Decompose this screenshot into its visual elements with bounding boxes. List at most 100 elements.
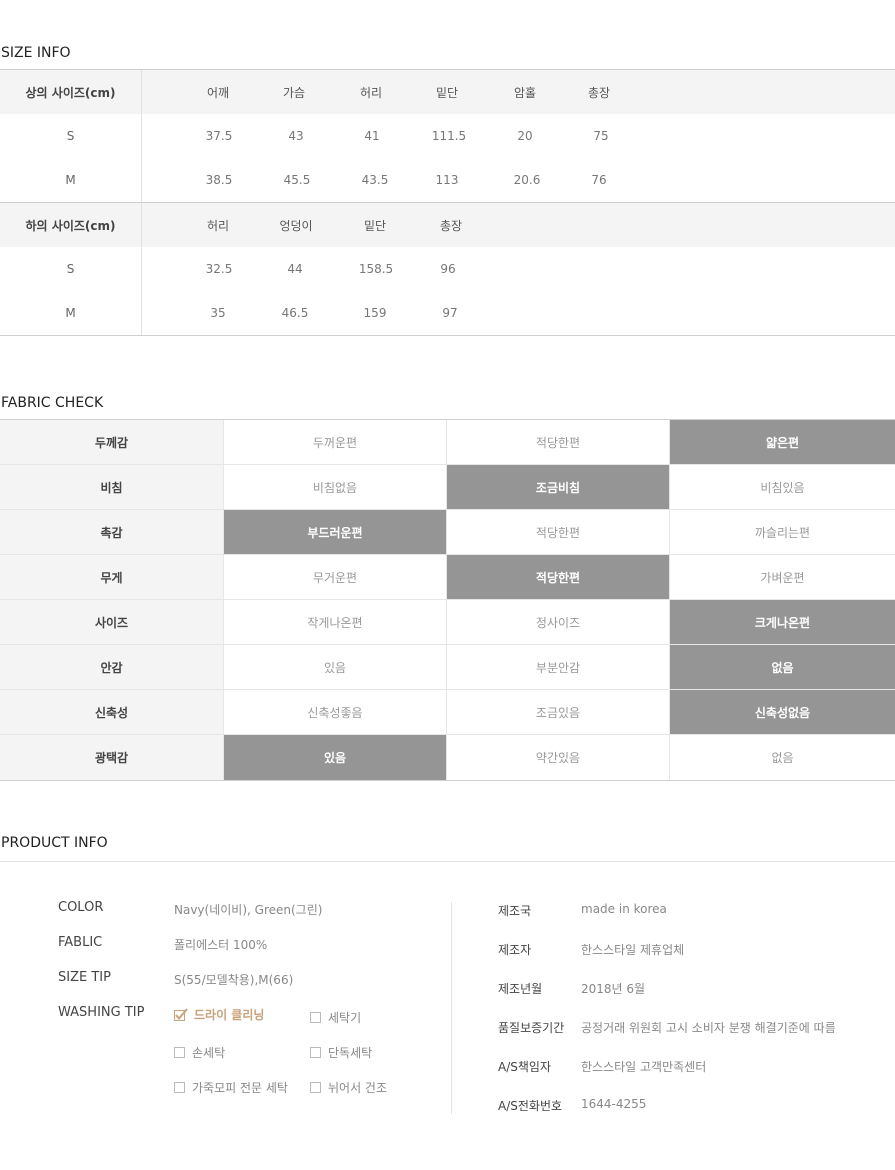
fabric-option: 조금비침 bbox=[447, 465, 670, 509]
fabric-row: 안감 있음 부분안감 없음 bbox=[0, 645, 895, 690]
size-value: 96 bbox=[440, 262, 456, 276]
washing-tip-label: WASHING TIP bbox=[58, 1005, 145, 1020]
product-info-title: PRODUCT INFO bbox=[1, 835, 108, 851]
size-tip-label: SIZE TIP bbox=[58, 970, 111, 985]
top-col-header: 밑단 bbox=[435, 85, 459, 100]
size-value: 45.5 bbox=[283, 173, 311, 187]
fabric-option: 가벼운편 bbox=[760, 570, 805, 585]
fabric-attr-name: 촉감 bbox=[0, 510, 224, 554]
manufacture-date-key: 제조년월 bbox=[498, 982, 543, 996]
size-value: 20 bbox=[517, 129, 533, 143]
washing-option-leather: 가죽모피 전문 세탁 bbox=[174, 1079, 288, 1096]
washing-option-dry-cleaning: 드라이 클리닝 bbox=[174, 1006, 264, 1023]
table-row: S 37.5 43 41 111.5 20 75 bbox=[0, 114, 895, 158]
top-col-header: 허리 bbox=[359, 85, 383, 100]
size-info-title: SIZE INFO bbox=[1, 45, 71, 61]
maker-key: 제조자 bbox=[498, 943, 532, 957]
size-value: 35 bbox=[210, 306, 226, 320]
size-value: 159 bbox=[363, 306, 387, 320]
fablic-label: FABLIC bbox=[58, 935, 103, 950]
fabric-check-table: 두께감 두꺼운편 적당한편 얇은편 비침 비침없음 조금비침 비침있음 촉감 부… bbox=[0, 419, 895, 781]
size-value: 20.6 bbox=[513, 173, 541, 187]
fabric-attr-name: 두께감 bbox=[0, 420, 224, 464]
fabric-option: 비침없음 bbox=[224, 465, 447, 509]
washing-option-label: 손세탁 bbox=[192, 1046, 226, 1060]
as-manager-key: A/S책임자 bbox=[498, 1060, 551, 1074]
size-label: S bbox=[0, 114, 142, 158]
maker-value: 한스스타일 제휴업체 bbox=[581, 943, 685, 957]
washing-option-hand: 손세탁 bbox=[174, 1044, 225, 1061]
size-label: M bbox=[0, 158, 142, 202]
size-value: 41 bbox=[364, 129, 380, 143]
fablic-value: 폴리에스터 100% bbox=[174, 938, 268, 952]
washing-option-machine: 세탁기 bbox=[310, 1009, 361, 1026]
table-row: M 35 46.5 159 97 bbox=[0, 291, 895, 335]
fabric-option: 조금있음 bbox=[447, 690, 670, 734]
size-value: 46.5 bbox=[281, 306, 309, 320]
fabric-option: 작게나온편 bbox=[224, 600, 447, 644]
color-label: COLOR bbox=[58, 900, 104, 915]
as-phone-key: A/S전화번호 bbox=[498, 1099, 563, 1113]
size-value: 37.5 bbox=[205, 129, 233, 143]
fabric-row: 두께감 두꺼운편 적당한편 얇은편 bbox=[0, 420, 895, 465]
washing-option-label: 단독세탁 bbox=[328, 1046, 373, 1060]
fabric-row: 신축성 신축성좋음 조금있음 신축성없음 bbox=[0, 690, 895, 735]
washing-option-label: 드라이 클리닝 bbox=[194, 1008, 265, 1022]
size-info-table: 상의 사이즈(cm) 어깨 가슴 허리 밑단 암홀 총장 S 37.5 43 4… bbox=[0, 69, 895, 336]
washing-option-label: 뉘어서 건조 bbox=[328, 1081, 388, 1095]
fabric-option: 까슬리는편 bbox=[754, 525, 811, 540]
fabric-option: 적당한편 bbox=[447, 420, 670, 464]
table-row: M 38.5 45.5 43.5 113 20.6 76 bbox=[0, 158, 895, 202]
fabric-option: 부드러운편 bbox=[224, 510, 447, 554]
origin-key: 제조국 bbox=[498, 904, 532, 918]
fabric-option: 있음 bbox=[224, 735, 447, 780]
warranty-key: 품질보증기간 bbox=[498, 1021, 565, 1035]
size-value: 111.5 bbox=[431, 129, 467, 143]
manufacture-date-value: 2018년 6월 bbox=[581, 982, 646, 996]
fabric-option: 부분안감 bbox=[447, 645, 670, 689]
fabric-attr-name: 비침 bbox=[0, 465, 224, 509]
bottom-col-header: 총장 bbox=[439, 218, 463, 233]
fabric-row: 촉감 부드러운편 적당한편 까슬리는편 bbox=[0, 510, 895, 555]
top-col-header: 총장 bbox=[587, 85, 611, 100]
size-value: 113 bbox=[435, 173, 459, 187]
fabric-attr-name: 안감 bbox=[0, 645, 224, 689]
bottom-size-block: 하의 사이즈(cm) 허리 엉덩이 밑단 총장 S 32.5 44 158.5 … bbox=[0, 202, 895, 336]
size-tip-value: S(55/모델착용),M(66) bbox=[174, 973, 294, 987]
washing-option-flat-dry: 뉘어서 건조 bbox=[310, 1079, 387, 1096]
fabric-option: 비침있음 bbox=[760, 480, 805, 495]
bottom-size-header-row: 하의 사이즈(cm) 허리 엉덩이 밑단 총장 bbox=[0, 203, 895, 247]
checkbox-icon bbox=[174, 1047, 185, 1058]
washing-option-separate: 단독세탁 bbox=[310, 1044, 372, 1061]
table-row: S 32.5 44 158.5 96 bbox=[0, 247, 895, 291]
top-size-label: 상의 사이즈(cm) bbox=[0, 70, 142, 114]
fabric-option: 얇은편 bbox=[670, 420, 895, 464]
warranty-value: 공정거래 위원회 고시 소비자 분쟁 해결기준에 따름 bbox=[581, 1021, 836, 1035]
top-col-header: 가슴 bbox=[282, 85, 306, 100]
fabric-row: 비침 비침없음 조금비침 비침있음 bbox=[0, 465, 895, 510]
size-value: 38.5 bbox=[205, 173, 233, 187]
origin-value: made in korea bbox=[581, 902, 667, 916]
as-phone-value: 1644-4255 bbox=[581, 1097, 647, 1111]
fabric-row: 사이즈 작게나온편 정사이즈 크게나온편 bbox=[0, 600, 895, 645]
fabric-attr-name: 광택감 bbox=[0, 735, 224, 780]
fabric-attr-name: 사이즈 bbox=[0, 600, 224, 644]
fabric-option: 약간있음 bbox=[447, 735, 670, 780]
fabric-option: 없음 bbox=[670, 645, 895, 689]
top-col-header: 어깨 bbox=[206, 85, 230, 100]
checkmark-icon bbox=[174, 1007, 188, 1022]
washing-option-label: 가죽모피 전문 세탁 bbox=[192, 1081, 288, 1095]
fabric-option: 적당한편 bbox=[447, 510, 670, 554]
fabric-option: 무거운편 bbox=[224, 555, 447, 599]
fabric-option: 있음 bbox=[224, 645, 447, 689]
size-label: S bbox=[0, 247, 142, 291]
fabric-option: 없음 bbox=[771, 751, 794, 765]
size-value: 75 bbox=[593, 129, 609, 143]
bottom-col-header: 엉덩이 bbox=[279, 218, 313, 233]
fabric-attr-name: 무게 bbox=[0, 555, 224, 599]
size-label: M bbox=[0, 291, 142, 335]
bottom-col-header: 밑단 bbox=[363, 218, 387, 233]
top-size-block: 상의 사이즈(cm) 어깨 가슴 허리 밑단 암홀 총장 S 37.5 43 4… bbox=[0, 69, 895, 202]
checkbox-icon bbox=[310, 1047, 321, 1058]
size-value: 43 bbox=[288, 129, 304, 143]
